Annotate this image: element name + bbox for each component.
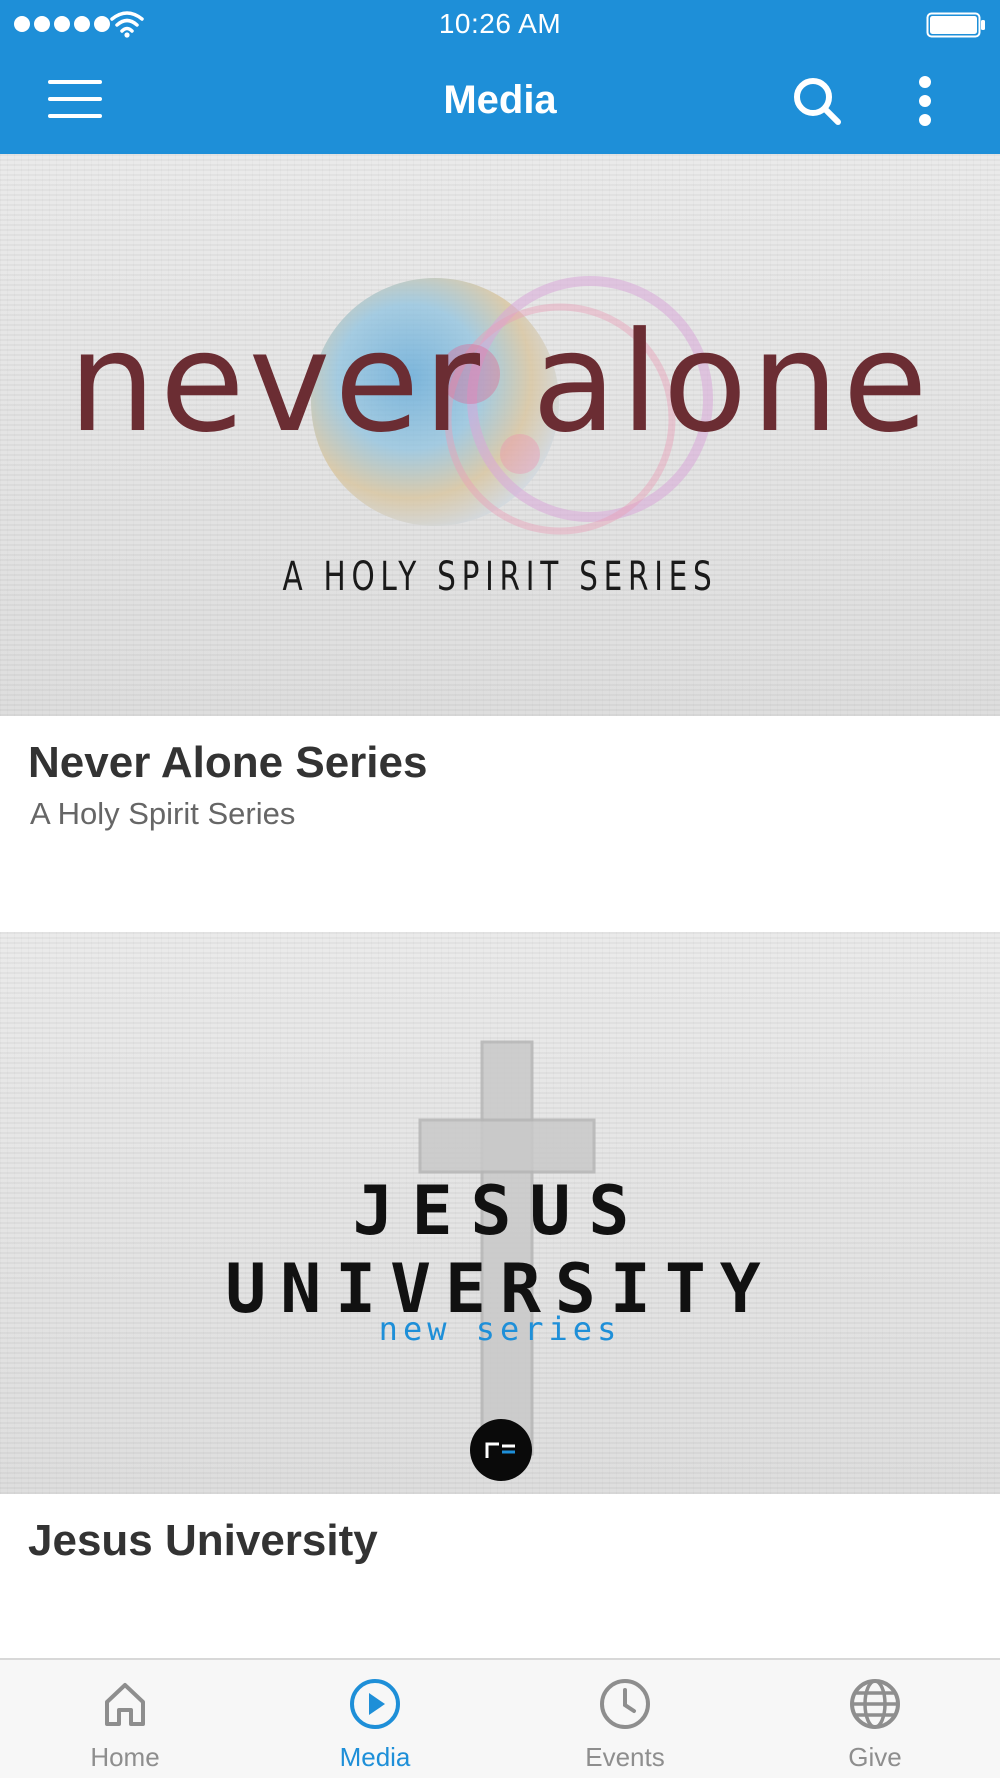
tab-media-label: Media [339, 1742, 411, 1772]
battery-icon [926, 12, 985, 38]
tab-give[interactable]: Give [750, 1660, 1000, 1778]
status-bar: 10:26 AM [0, 0, 1000, 50]
more-vertical-icon[interactable] [912, 74, 938, 128]
tab-media[interactable]: Media [250, 1660, 500, 1778]
media-title-never-alone[interactable]: Never Alone Series [28, 738, 427, 788]
search-icon[interactable] [790, 74, 844, 128]
globe-icon [850, 1679, 900, 1729]
never-alone-artwork[interactable]: never alone A HOLY SPIRIT SERIES [0, 154, 1000, 716]
jesus-university-artwork[interactable]: JESUS UNIVERSITY new series [0, 932, 1000, 1494]
clock-icon [600, 1679, 650, 1729]
tab-home-label: Home [90, 1742, 160, 1772]
media-subtitle-never-alone: A Holy Spirit Series [30, 796, 296, 831]
tab-give-label: Give [848, 1742, 902, 1772]
page-title: Media [443, 78, 557, 122]
media-title-jesus-university[interactable]: Jesus University [28, 1516, 378, 1566]
jesus-university-line1: JESUS [352, 1172, 648, 1251]
tab-home[interactable]: Home [0, 1660, 250, 1778]
play-circle-icon [350, 1679, 400, 1729]
jesus-university-line3: new series [378, 1310, 622, 1348]
tab-events[interactable]: Events [500, 1660, 750, 1778]
tab-bar: Home Media Events Give [0, 1658, 1000, 1778]
home-icon [105, 1683, 145, 1726]
never-alone-headline: never alone [68, 302, 932, 463]
top-bar: 10:26 AM Media [0, 0, 1000, 154]
church-logo-icon [470, 1419, 532, 1481]
nav-bar: Media [0, 50, 1000, 154]
never-alone-tagline: A HOLY SPIRIT SERIES [282, 554, 718, 600]
tab-events-label: Events [585, 1742, 665, 1772]
status-time: 10:26 AM [438, 8, 562, 39]
